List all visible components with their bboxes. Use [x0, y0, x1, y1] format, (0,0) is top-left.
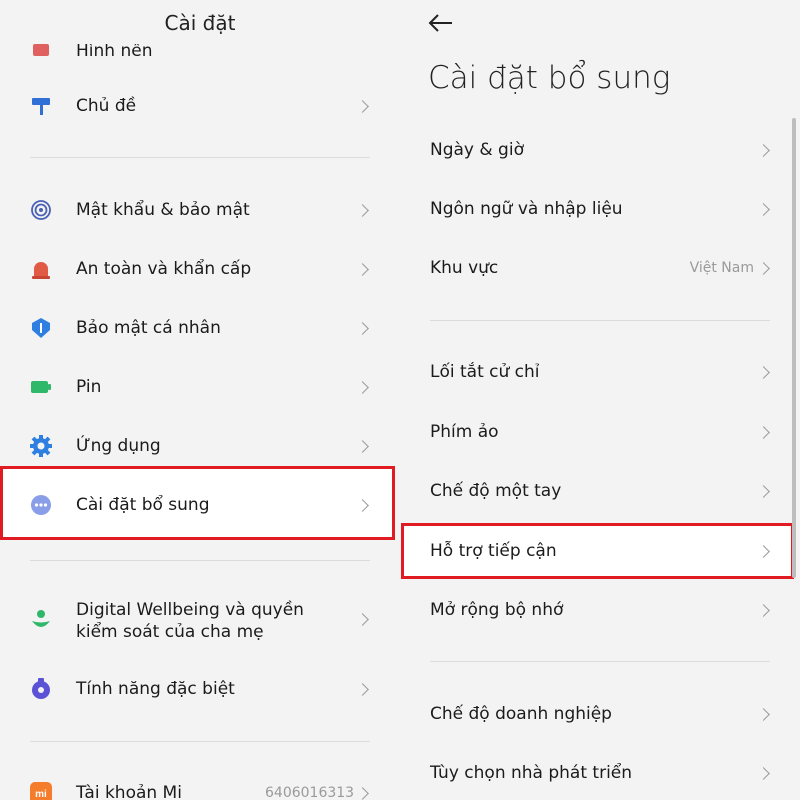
chevron-right-icon — [757, 203, 770, 216]
region-value: Việt Nam — [689, 260, 754, 276]
settings-item-label: Hỗ trợ tiếp cận — [430, 541, 557, 561]
settings-item-date-time[interactable]: Ngày & giờ — [400, 122, 800, 178]
settings-item-one-handed-mode[interactable]: Chế độ một tay — [400, 463, 800, 519]
account-id: 6406016313 — [265, 785, 355, 800]
chevron-right-icon — [356, 440, 369, 453]
divider — [30, 741, 370, 742]
chevron-right-icon — [757, 366, 770, 379]
settings-item-battery[interactable]: Pin — [0, 358, 400, 416]
settings-item-label: Ngôn ngữ và nhập liệu — [430, 199, 623, 219]
additional-settings-panel: Cài đặt bổ sung Ngày & giờ Ngôn ngữ và n… — [400, 0, 800, 800]
settings-item-label: Khu vực — [430, 258, 499, 278]
privacy-shield-icon — [30, 317, 52, 339]
divider — [30, 560, 370, 561]
chevron-right-icon — [757, 426, 770, 439]
settings-item-label: An toàn và khẩn cấp — [76, 259, 252, 279]
settings-item-label: Chế độ doanh nghiệp — [430, 704, 612, 724]
gear-icon — [30, 435, 52, 457]
settings-item-label: Tùy chọn nhà phát triển — [430, 763, 633, 783]
settings-panel: Cài đặt Hình nền Cài đặt Chủ đề Mật khẩu… — [0, 0, 400, 800]
settings-item-label: Mật khẩu & bảo mật — [76, 200, 250, 220]
settings-item-memory-extension[interactable]: Mở rộng bộ nhớ — [400, 582, 800, 638]
settings-item-label: Phím ảo — [430, 422, 499, 442]
settings-item-label: Cài đặt bổ sung — [76, 495, 210, 515]
svg-text:mi: mi — [35, 789, 47, 800]
chevron-right-icon — [757, 604, 770, 617]
settings-item-label: Tính năng đặc biệt — [76, 679, 235, 699]
settings-item-password-security[interactable]: Mật khẩu & bảo mật — [0, 181, 400, 239]
mi-logo-icon: mi — [30, 782, 52, 800]
emergency-light-icon — [30, 258, 52, 280]
settings-item-enterprise-mode[interactable]: Chế độ doanh nghiệp — [400, 686, 800, 742]
settings-item-digital-wellbeing[interactable]: Digital Wellbeing và quyền kiểm soát của… — [0, 590, 400, 650]
settings-item-themes[interactable]: Chủ đề — [0, 77, 400, 135]
chevron-right-icon — [356, 683, 369, 696]
chevron-right-icon — [356, 499, 369, 512]
fingerprint-icon — [30, 199, 52, 221]
chevron-right-icon — [757, 708, 770, 721]
chevron-right-icon — [757, 144, 770, 157]
settings-item-label: Tài khoản Mi — [76, 783, 182, 800]
settings-item-additional-settings[interactable]: Cài đặt bổ sung — [0, 476, 400, 534]
chevron-right-icon — [757, 545, 770, 558]
chevron-right-icon — [356, 613, 369, 626]
chevron-right-icon — [757, 262, 770, 275]
settings-item-special-features[interactable]: Tính năng đặc biệt — [0, 660, 400, 718]
back-arrow-icon[interactable] — [428, 12, 454, 34]
paint-roller-icon — [30, 95, 52, 117]
settings-item-gesture-shortcuts[interactable]: Lối tắt cử chỉ — [400, 344, 800, 400]
settings-item-label: Bảo mật cá nhân — [76, 318, 221, 338]
more-dots-icon — [30, 494, 52, 516]
settings-item-label: Digital Wellbeing và quyền kiểm soát của… — [76, 600, 304, 642]
scrollbar[interactable] — [792, 118, 796, 578]
battery-icon — [30, 376, 52, 398]
settings-item-label: Ngày & giờ — [430, 140, 524, 160]
settings-item-label: Mở rộng bộ nhớ — [430, 600, 564, 620]
settings-item-safety-emergency[interactable]: An toàn và khẩn cấp — [0, 240, 400, 298]
settings-item-region[interactable]: Khu vực Việt Nam — [400, 240, 800, 296]
special-features-icon — [30, 678, 52, 700]
page-title: Cài đặt bổ sung — [428, 60, 671, 96]
settings-item-label: Lối tắt cử chỉ — [430, 362, 540, 382]
chevron-right-icon — [356, 263, 369, 276]
chevron-right-icon — [757, 485, 770, 498]
wellbeing-icon — [30, 609, 52, 631]
chevron-right-icon — [757, 767, 770, 780]
settings-item-language-input[interactable]: Ngôn ngữ và nhập liệu — [400, 181, 800, 237]
settings-item-privacy[interactable]: Bảo mật cá nhân — [0, 299, 400, 357]
divider — [430, 320, 770, 321]
divider — [430, 661, 770, 662]
chevron-right-icon — [356, 204, 369, 217]
settings-item-label: Chủ đề — [76, 96, 137, 116]
settings-item-label: Ứng dụng — [76, 436, 161, 456]
settings-item-developer-options[interactable]: Tùy chọn nhà phát triển — [400, 745, 800, 800]
settings-item-label: Chế độ một tay — [430, 481, 562, 501]
chevron-right-icon — [356, 381, 369, 394]
divider — [30, 157, 370, 158]
chevron-right-icon — [356, 322, 369, 335]
chevron-right-icon — [356, 787, 369, 800]
settings-item-mi-account[interactable]: mi Tài khoản Mi 6406016313 — [0, 764, 400, 800]
chevron-right-icon — [356, 100, 369, 113]
settings-item-accessibility[interactable]: Hỗ trợ tiếp cận — [400, 523, 800, 579]
page-title-overlay: Cài đặt — [164, 11, 236, 35]
settings-item-virtual-buttons[interactable]: Phím ảo — [400, 404, 800, 460]
settings-item-label: Pin — [76, 377, 102, 397]
